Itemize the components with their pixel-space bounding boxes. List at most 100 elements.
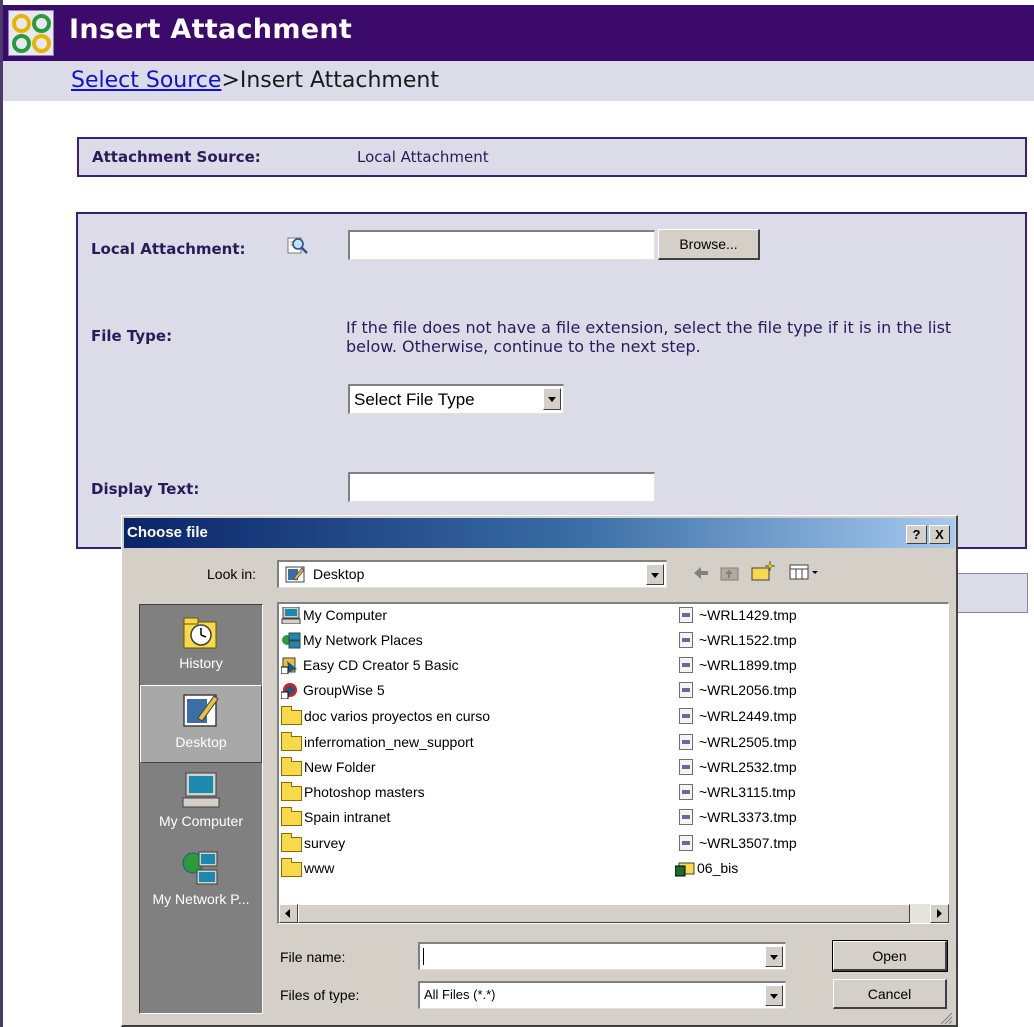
list-item[interactable]: 06_bis [674,856,739,880]
look-in-value: Desktop [313,566,365,582]
list-item-name: doc varios proyectos en curso [304,708,490,724]
places-label-network: My Network P... [152,891,250,907]
tmp-file-icon [679,784,693,800]
list-item[interactable]: ~WRL2505.tmp [675,730,797,754]
list-item[interactable]: ~WRL3373.tmp [675,805,797,829]
desktop-icon [181,692,221,730]
files-of-type-select[interactable]: All Files (*.*) [418,981,786,1009]
tmp-file-icon [679,682,693,698]
list-item[interactable]: ~WRL1522.tmp [675,628,797,652]
look-in-select[interactable]: Desktop [277,560,667,588]
scroll-right-button[interactable] [930,904,949,923]
horizontal-scrollbar[interactable] [279,904,949,923]
folder-icon [281,705,302,725]
places-item-desktop[interactable]: Desktop [140,685,262,763]
browse-button[interactable]: Browse... [658,229,760,260]
close-button[interactable]: X [929,525,950,544]
chevron-down-icon[interactable] [543,388,561,410]
list-item[interactable]: ~WRL3507.tmp [675,831,797,855]
list-item-name: New Folder [304,759,376,775]
shortcut-icon [280,657,301,674]
folder-icon [281,756,302,776]
view-menu-icon[interactable] [788,563,820,581]
up-folder-icon[interactable] [719,564,741,582]
list-item[interactable]: My Computer [281,603,387,627]
my-computer-icon [181,771,221,809]
files-of-type-chevron-down-icon[interactable] [765,985,783,1006]
list-item[interactable]: New Folder [281,755,376,779]
list-item-name: www [304,860,335,876]
file-name-label: File name: [280,949,346,965]
tmp-file-icon [679,657,693,673]
resize-grip-icon[interactable] [938,1010,953,1025]
list-item-name: ~WRL3373.tmp [699,809,797,825]
attachment-source-label: Attachment Source: [92,148,261,166]
file-type-select[interactable]: Select File Type [348,384,564,414]
list-item-name: 06_bis [697,860,739,876]
list-item[interactable]: ~WRL2056.tmp [675,678,797,702]
list-item[interactable]: Photoshop masters [281,780,425,804]
places-label-desktop: Desktop [175,734,227,750]
list-item[interactable]: doc varios proyectos en curso [281,704,490,728]
look-in-dropdown-chevron-down-icon[interactable] [646,564,664,585]
scroll-left-button[interactable] [279,904,298,923]
list-item-name: ~WRL2505.tmp [699,734,797,750]
list-item-name: My Computer [303,607,388,623]
places-item-network[interactable]: My Network P... [140,843,262,921]
list-item-name: ~WRL1522.tmp [699,632,797,648]
file-type-label: File Type: [91,327,173,345]
list-item-name: Spain intranet [304,809,391,825]
list-item-name: ~WRL2449.tmp [699,708,797,724]
open-button[interactable]: Open [832,940,948,972]
file-type-select-value: Select File Type [354,390,475,409]
arrow-right-icon [937,909,942,918]
file-name-chevron-down-icon[interactable] [765,946,783,967]
network-places-icon [281,632,301,649]
list-item-name: ~WRL2532.tmp [699,759,797,775]
folder-icon [281,731,302,751]
tmp-file-icon [679,734,693,750]
list-item[interactable]: ~WRL2532.tmp [675,755,797,779]
list-item[interactable]: www [281,856,334,880]
places-item-history[interactable]: History [140,607,262,685]
tmp-file-icon [679,607,693,623]
tmp-file-icon [679,759,693,775]
list-item[interactable]: ~WRL3115.tmp [675,780,796,804]
places-item-my-computer[interactable]: My Computer [140,765,262,843]
tmp-file-icon [679,708,693,724]
file-name-input[interactable] [418,942,786,970]
page-title: Insert Attachment [69,14,353,45]
list-item[interactable]: ~WRL1429.tmp [675,603,797,627]
file-list[interactable]: My Computer My Network Places Easy CD Cr… [277,602,949,924]
local-attachment-input[interactable] [348,230,655,260]
list-item[interactable]: ~WRL2449.tmp [675,704,797,728]
scrollbar-thumb[interactable] [298,904,910,923]
magnifier-icon[interactable] [287,235,309,255]
list-item[interactable]: inferromation_new_support [281,730,474,754]
list-item[interactable]: Spain intranet [281,805,390,829]
places-bar: History Desktop My Computer My Network P… [139,604,263,1014]
dialog-cancel-button[interactable]: Cancel [833,979,947,1009]
dialog-titlebar[interactable]: Choose file ? X [124,518,955,548]
display-text-input[interactable] [348,472,655,502]
breadcrumb-current: Insert Attachment [239,68,439,93]
groupwise-icon [280,682,301,699]
list-item[interactable]: survey [281,831,345,855]
list-item-name: inferromation_new_support [304,734,474,750]
network-places-icon [181,849,221,887]
help-button[interactable]: ? [906,525,927,544]
attachment-form: Local Attachment: Browse... File Type: I… [76,212,1027,549]
list-item[interactable]: ~WRL1899.tmp [675,653,797,677]
list-item-name: GroupWise 5 [303,682,385,698]
list-item[interactable]: My Network Places [281,628,423,652]
new-folder-icon[interactable] [750,560,776,582]
list-item[interactable]: Easy CD Creator 5 Basic [280,653,459,677]
back-arrow-icon[interactable] [691,564,711,582]
my-computer-icon [281,606,301,624]
breadcrumb-link-select-source[interactable]: Select Source [71,68,221,93]
display-text-label: Display Text: [91,480,200,498]
folder-icon [281,806,302,826]
tmp-file-icon [679,835,693,851]
list-item[interactable]: GroupWise 5 [280,678,385,702]
list-item-name: Photoshop masters [304,784,425,800]
